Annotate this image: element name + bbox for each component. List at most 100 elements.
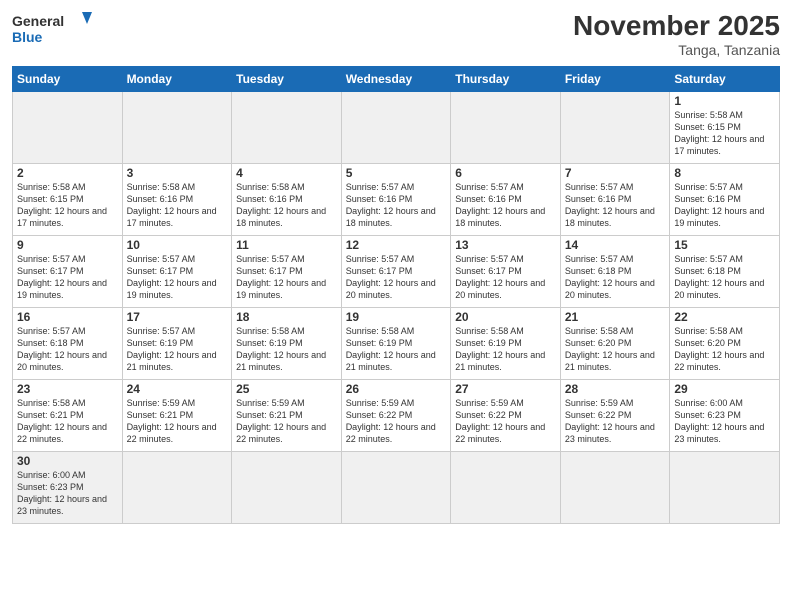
- day-number: 20: [455, 310, 556, 324]
- calendar-cell: 21Sunrise: 5:58 AM Sunset: 6:20 PM Dayli…: [560, 308, 670, 380]
- day-info: Sunrise: 5:57 AM Sunset: 6:16 PM Dayligh…: [674, 181, 775, 230]
- day-number: 22: [674, 310, 775, 324]
- calendar-week-row: 16Sunrise: 5:57 AM Sunset: 6:18 PM Dayli…: [13, 308, 780, 380]
- svg-text:General: General: [12, 13, 64, 29]
- calendar-cell: [451, 452, 561, 524]
- day-number: 26: [346, 382, 447, 396]
- day-info: Sunrise: 5:57 AM Sunset: 6:16 PM Dayligh…: [455, 181, 556, 230]
- calendar-week-row: 23Sunrise: 5:58 AM Sunset: 6:21 PM Dayli…: [13, 380, 780, 452]
- calendar-cell: 1Sunrise: 5:58 AM Sunset: 6:15 PM Daylig…: [670, 92, 780, 164]
- calendar-cell: 8Sunrise: 5:57 AM Sunset: 6:16 PM Daylig…: [670, 164, 780, 236]
- calendar-cell: [13, 92, 123, 164]
- day-number: 13: [455, 238, 556, 252]
- day-number: 4: [236, 166, 337, 180]
- calendar-cell: 29Sunrise: 6:00 AM Sunset: 6:23 PM Dayli…: [670, 380, 780, 452]
- day-info: Sunrise: 5:59 AM Sunset: 6:22 PM Dayligh…: [346, 397, 447, 446]
- calendar-cell: 18Sunrise: 5:58 AM Sunset: 6:19 PM Dayli…: [232, 308, 342, 380]
- day-info: Sunrise: 5:57 AM Sunset: 6:18 PM Dayligh…: [17, 325, 118, 374]
- calendar-cell: 10Sunrise: 5:57 AM Sunset: 6:17 PM Dayli…: [122, 236, 232, 308]
- calendar-cell: 2Sunrise: 5:58 AM Sunset: 6:15 PM Daylig…: [13, 164, 123, 236]
- day-number: 9: [17, 238, 118, 252]
- day-number: 29: [674, 382, 775, 396]
- day-number: 17: [127, 310, 228, 324]
- calendar-cell: 30Sunrise: 6:00 AM Sunset: 6:23 PM Dayli…: [13, 452, 123, 524]
- calendar-cell: 4Sunrise: 5:58 AM Sunset: 6:16 PM Daylig…: [232, 164, 342, 236]
- day-info: Sunrise: 5:58 AM Sunset: 6:15 PM Dayligh…: [674, 109, 775, 158]
- logo: General Blue: [12, 10, 92, 50]
- calendar-cell: 28Sunrise: 5:59 AM Sunset: 6:22 PM Dayli…: [560, 380, 670, 452]
- day-number: 10: [127, 238, 228, 252]
- calendar-cell: 27Sunrise: 5:59 AM Sunset: 6:22 PM Dayli…: [451, 380, 561, 452]
- day-header: Thursday: [451, 67, 561, 92]
- day-number: 6: [455, 166, 556, 180]
- day-info: Sunrise: 5:57 AM Sunset: 6:17 PM Dayligh…: [17, 253, 118, 302]
- day-number: 21: [565, 310, 666, 324]
- calendar-cell: [670, 452, 780, 524]
- logo-svg: General Blue: [12, 10, 92, 50]
- calendar-week-row: 9Sunrise: 5:57 AM Sunset: 6:17 PM Daylig…: [13, 236, 780, 308]
- day-number: 3: [127, 166, 228, 180]
- day-number: 7: [565, 166, 666, 180]
- day-info: Sunrise: 5:58 AM Sunset: 6:20 PM Dayligh…: [674, 325, 775, 374]
- day-info: Sunrise: 6:00 AM Sunset: 6:23 PM Dayligh…: [674, 397, 775, 446]
- calendar-cell: 11Sunrise: 5:57 AM Sunset: 6:17 PM Dayli…: [232, 236, 342, 308]
- day-info: Sunrise: 5:59 AM Sunset: 6:21 PM Dayligh…: [127, 397, 228, 446]
- day-header: Wednesday: [341, 67, 451, 92]
- day-number: 14: [565, 238, 666, 252]
- calendar-cell: [122, 452, 232, 524]
- calendar-cell: [560, 92, 670, 164]
- day-info: Sunrise: 5:57 AM Sunset: 6:18 PM Dayligh…: [674, 253, 775, 302]
- day-info: Sunrise: 5:57 AM Sunset: 6:16 PM Dayligh…: [565, 181, 666, 230]
- day-header: Friday: [560, 67, 670, 92]
- day-info: Sunrise: 5:58 AM Sunset: 6:16 PM Dayligh…: [127, 181, 228, 230]
- calendar-header-row: SundayMondayTuesdayWednesdayThursdayFrid…: [13, 67, 780, 92]
- day-number: 5: [346, 166, 447, 180]
- calendar-cell: [341, 92, 451, 164]
- calendar-cell: 23Sunrise: 5:58 AM Sunset: 6:21 PM Dayli…: [13, 380, 123, 452]
- day-info: Sunrise: 5:59 AM Sunset: 6:21 PM Dayligh…: [236, 397, 337, 446]
- day-info: Sunrise: 5:59 AM Sunset: 6:22 PM Dayligh…: [565, 397, 666, 446]
- day-number: 15: [674, 238, 775, 252]
- header: General Blue November 2025 Tanga, Tanzan…: [12, 10, 780, 58]
- day-info: Sunrise: 5:58 AM Sunset: 6:19 PM Dayligh…: [346, 325, 447, 374]
- day-info: Sunrise: 5:57 AM Sunset: 6:17 PM Dayligh…: [346, 253, 447, 302]
- calendar-cell: [451, 92, 561, 164]
- day-info: Sunrise: 5:58 AM Sunset: 6:19 PM Dayligh…: [236, 325, 337, 374]
- day-info: Sunrise: 5:57 AM Sunset: 6:17 PM Dayligh…: [127, 253, 228, 302]
- location: Tanga, Tanzania: [573, 42, 780, 58]
- day-info: Sunrise: 5:57 AM Sunset: 6:19 PM Dayligh…: [127, 325, 228, 374]
- day-header: Monday: [122, 67, 232, 92]
- calendar-cell: 26Sunrise: 5:59 AM Sunset: 6:22 PM Dayli…: [341, 380, 451, 452]
- calendar-cell: [560, 452, 670, 524]
- calendar-cell: 13Sunrise: 5:57 AM Sunset: 6:17 PM Dayli…: [451, 236, 561, 308]
- day-info: Sunrise: 5:57 AM Sunset: 6:16 PM Dayligh…: [346, 181, 447, 230]
- svg-text:Blue: Blue: [12, 29, 43, 45]
- calendar-cell: 14Sunrise: 5:57 AM Sunset: 6:18 PM Dayli…: [560, 236, 670, 308]
- calendar-week-row: 30Sunrise: 6:00 AM Sunset: 6:23 PM Dayli…: [13, 452, 780, 524]
- day-info: Sunrise: 5:58 AM Sunset: 6:20 PM Dayligh…: [565, 325, 666, 374]
- calendar-cell: 12Sunrise: 5:57 AM Sunset: 6:17 PM Dayli…: [341, 236, 451, 308]
- calendar-cell: 22Sunrise: 5:58 AM Sunset: 6:20 PM Dayli…: [670, 308, 780, 380]
- calendar-cell: 6Sunrise: 5:57 AM Sunset: 6:16 PM Daylig…: [451, 164, 561, 236]
- day-info: Sunrise: 5:59 AM Sunset: 6:22 PM Dayligh…: [455, 397, 556, 446]
- calendar-cell: 19Sunrise: 5:58 AM Sunset: 6:19 PM Dayli…: [341, 308, 451, 380]
- day-number: 27: [455, 382, 556, 396]
- title-block: November 2025 Tanga, Tanzania: [573, 10, 780, 58]
- day-number: 25: [236, 382, 337, 396]
- day-info: Sunrise: 5:57 AM Sunset: 6:17 PM Dayligh…: [455, 253, 556, 302]
- calendar-cell: 17Sunrise: 5:57 AM Sunset: 6:19 PM Dayli…: [122, 308, 232, 380]
- day-number: 18: [236, 310, 337, 324]
- calendar-week-row: 1Sunrise: 5:58 AM Sunset: 6:15 PM Daylig…: [13, 92, 780, 164]
- calendar-cell: [232, 452, 342, 524]
- calendar-cell: [341, 452, 451, 524]
- day-number: 30: [17, 454, 118, 468]
- day-header: Tuesday: [232, 67, 342, 92]
- day-number: 12: [346, 238, 447, 252]
- calendar-cell: 5Sunrise: 5:57 AM Sunset: 6:16 PM Daylig…: [341, 164, 451, 236]
- calendar-cell: 16Sunrise: 5:57 AM Sunset: 6:18 PM Dayli…: [13, 308, 123, 380]
- month-title: November 2025: [573, 10, 780, 42]
- calendar: SundayMondayTuesdayWednesdayThursdayFrid…: [12, 66, 780, 524]
- day-number: 16: [17, 310, 118, 324]
- calendar-cell: 7Sunrise: 5:57 AM Sunset: 6:16 PM Daylig…: [560, 164, 670, 236]
- day-info: Sunrise: 6:00 AM Sunset: 6:23 PM Dayligh…: [17, 469, 118, 518]
